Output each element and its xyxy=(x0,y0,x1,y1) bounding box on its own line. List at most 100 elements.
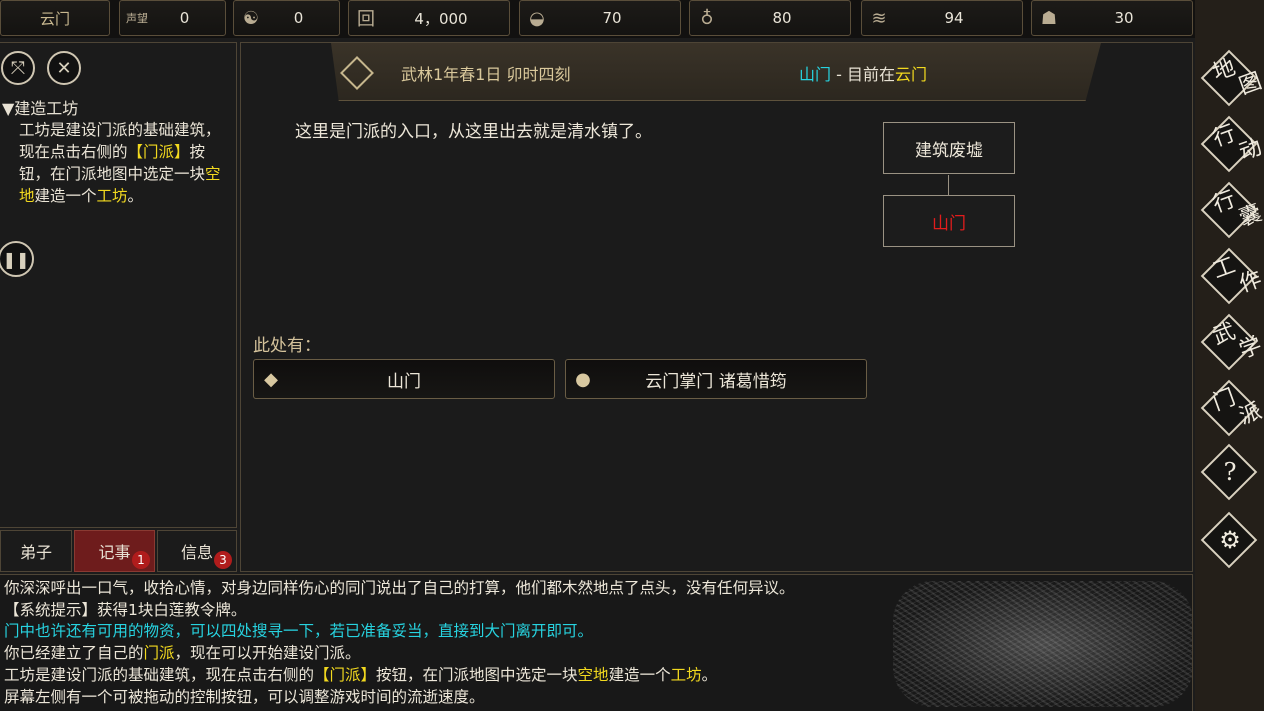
location-status: 山门 - 目前在云门 xyxy=(799,61,927,85)
resource-box[interactable]: ≋ 94 xyxy=(861,0,1023,36)
location-description: 这里是门派的入口，从这里出去就是清水镇了。 xyxy=(295,122,652,142)
resource-box[interactable]: ♁ 80 xyxy=(689,0,851,36)
log-line: 你深深呼出一口气，收拾心情，对身边同样伤心的同门说出了自己的打算，他们都木然地点… xyxy=(4,577,795,599)
entity-label: 云门掌门 诸葛惜筠 xyxy=(645,371,787,392)
text-segment: 你深深呼出一口气，收拾心情，对身边同样伤心的同门说出了自己的打算，他们都木然地点… xyxy=(4,579,795,597)
resource-value: 80 xyxy=(772,9,792,27)
tab-badge: 1 xyxy=(132,551,150,569)
resource-value: 0 xyxy=(179,9,190,27)
close-icon[interactable]: ✕ xyxy=(47,51,81,85)
tab-badge: 3 xyxy=(214,551,232,569)
text-segment: 按钮，在门派地图中选定一块 xyxy=(376,665,578,684)
nav-work-nav[interactable]: 工作 xyxy=(1195,247,1264,306)
message-log: 屏幕左侧有一个可被拖动的控制按钮，可以调整游戏时间的流逝速度。 工坊是建设门派的基… xyxy=(0,574,1193,711)
location-panel: 武林1年春1日 卯时四刻 山门 - 目前在云门 这里是门派的入口，从这里出去就是… xyxy=(240,42,1193,572)
tab-label: 记事 xyxy=(98,543,131,562)
resource-bar: 云门 声望 0 ☯ 0 回 4，000 ◒ 70 ♁ 80 ≋ 94 ☗ 30 xyxy=(0,0,1195,38)
text-segment: 建造一个 xyxy=(608,665,671,684)
resource-value: 0 xyxy=(293,9,304,27)
text-segment: 空地 xyxy=(577,665,609,684)
game-date: 武林1年春1日 卯时四刻 xyxy=(401,65,571,84)
sect-name-box[interactable]: 云门 xyxy=(0,0,110,36)
text-segment: 屏幕左侧有一个可被拖动的控制按钮，可以调整游戏时间的流逝速度。 xyxy=(4,687,485,706)
help-icon: ? xyxy=(1223,458,1237,486)
nav-sect-nav[interactable]: 门派 xyxy=(1195,379,1264,438)
pause-speed-icon[interactable]: ❚❚ xyxy=(0,241,34,277)
text-segment: 门派 xyxy=(143,644,175,663)
person-icon: ● xyxy=(575,368,591,390)
nav-label: 门派 xyxy=(1209,384,1264,430)
text-segment: 你已经建立了自己的 xyxy=(4,644,144,663)
resource-value: 30 xyxy=(1114,9,1134,27)
prestige-icon: 声望 xyxy=(126,12,148,25)
text-segment: 门中也许还有可用的物资，可以四处搜寻一下，若已准备妥当，直接到大门离开即可。 xyxy=(4,622,594,641)
entity-label: 山门 xyxy=(387,371,421,392)
ore-icon: ☗ xyxy=(1040,7,1058,29)
coin-icon: 回 xyxy=(357,9,375,30)
tab-info[interactable]: 信息 3 xyxy=(157,530,237,572)
speed-control-overlay[interactable] xyxy=(893,581,1192,707)
task-title: ▼建造工坊 xyxy=(2,99,79,118)
resource-box[interactable]: ☗ 30 xyxy=(1031,0,1193,36)
text-segment: 工坊 xyxy=(96,187,128,205)
map-node-gate[interactable]: 山门 xyxy=(883,195,1015,247)
nav-settings-icon[interactable]: ⚙ xyxy=(1195,511,1264,570)
resource-box[interactable]: 声望 0 xyxy=(119,0,226,36)
resource-box[interactable]: 回 4，000 xyxy=(348,0,510,36)
yinyang-icon: ☯ xyxy=(242,7,260,29)
quest-panel: ⤧ ✕ ▼建造工坊 工坊是建设门派的基础建筑，现在点击右侧的【门派】按钮，在门派… xyxy=(0,42,237,528)
food-icon: ◒ xyxy=(529,7,545,29)
log-line: 门中也许还有可用的物资，可以四处搜寻一下，若已准备妥当，直接到大门离开即可。 xyxy=(4,620,593,642)
text-segment: 。 xyxy=(701,665,718,684)
tab-journal[interactable]: 记事 1 xyxy=(74,530,155,572)
location-prefix: 目前在 xyxy=(846,65,895,84)
location-sect: 云门 xyxy=(894,65,927,84)
map-node-label: 山门 xyxy=(932,213,966,234)
main-nav: 地图行动行囊工作武学门派? ⚙ xyxy=(1195,0,1264,711)
log-line: 【系统提示】获得1块白莲教令牌。 xyxy=(4,599,246,621)
sect-name: 云门 xyxy=(39,9,70,28)
text-segment: 建造一个 xyxy=(34,187,97,205)
map-node-ruins[interactable]: 建筑废墟 xyxy=(883,122,1015,174)
entity-gate-button[interactable]: ◆ 山门 xyxy=(253,359,555,399)
nav-help-icon[interactable]: ? xyxy=(1195,443,1264,502)
nav-martial-nav[interactable]: 武学 xyxy=(1195,313,1264,372)
text-segment: 工坊是建设门派的基础建筑，现在点击右侧的 xyxy=(4,665,315,684)
task-description: 工坊是建设门派的基础建筑，现在点击右侧的【门派】按钮，在门派地图中选定一块空地建… xyxy=(19,119,229,207)
settings-icon: ⚙ xyxy=(1219,526,1241,554)
tab-label: 信息 xyxy=(180,543,213,562)
log-line: 屏幕左侧有一个可被拖动的控制按钮，可以调整游戏时间的流逝速度。 xyxy=(4,686,485,708)
tab-disciples[interactable]: 弟子 xyxy=(0,530,72,572)
log-line: 工坊是建设门派的基础建筑，现在点击右侧的【门派】按钮，在门派地图中选定一块空地建… xyxy=(4,664,717,686)
text-segment: 。 xyxy=(127,187,144,205)
nav-bag-nav[interactable]: 行囊 xyxy=(1195,181,1264,240)
text-segment: 【系统提示】获得1块白莲教令牌。 xyxy=(4,600,247,619)
map-connector xyxy=(948,175,949,195)
nav-label: 地图 xyxy=(1209,54,1264,100)
entity-npc-button[interactable]: ● 云门掌门 诸葛惜筠 xyxy=(565,359,867,399)
map-node-label: 建筑废墟 xyxy=(915,140,983,161)
resource-value: 4，000 xyxy=(414,9,468,28)
resource-box[interactable]: ☯ 0 xyxy=(233,0,340,36)
resource-box[interactable]: ◒ 70 xyxy=(519,0,681,36)
tab-label: 弟子 xyxy=(19,543,52,562)
location-separator: - xyxy=(831,65,847,84)
nav-label: 行动 xyxy=(1209,120,1264,166)
gourd-icon: ♁ xyxy=(700,7,714,29)
nav-map-nav[interactable]: 地图 xyxy=(1195,49,1264,108)
resource-value: 94 xyxy=(944,9,964,27)
left-tabs: 弟子 记事 1 信息 3 xyxy=(0,530,237,572)
text-segment: 【门派】 xyxy=(127,143,190,161)
log-line: 你已经建立了自己的门派，现在可以开始建设门派。 xyxy=(4,642,361,664)
wood-icon: ≋ xyxy=(871,7,887,29)
nav-action-nav[interactable]: 行动 xyxy=(1195,115,1264,174)
expand-icon[interactable]: ⤧ xyxy=(1,51,35,85)
text-segment: ，现在可以开始建设门派。 xyxy=(174,644,361,663)
nav-label: 行囊 xyxy=(1209,186,1264,232)
here-label: 此处有： xyxy=(253,336,321,356)
nav-label: 工作 xyxy=(1209,252,1264,298)
text-segment: 工坊 xyxy=(670,665,702,684)
resource-value: 70 xyxy=(602,9,622,27)
nav-label: 武学 xyxy=(1209,318,1264,364)
box-icon: ◆ xyxy=(264,368,278,390)
